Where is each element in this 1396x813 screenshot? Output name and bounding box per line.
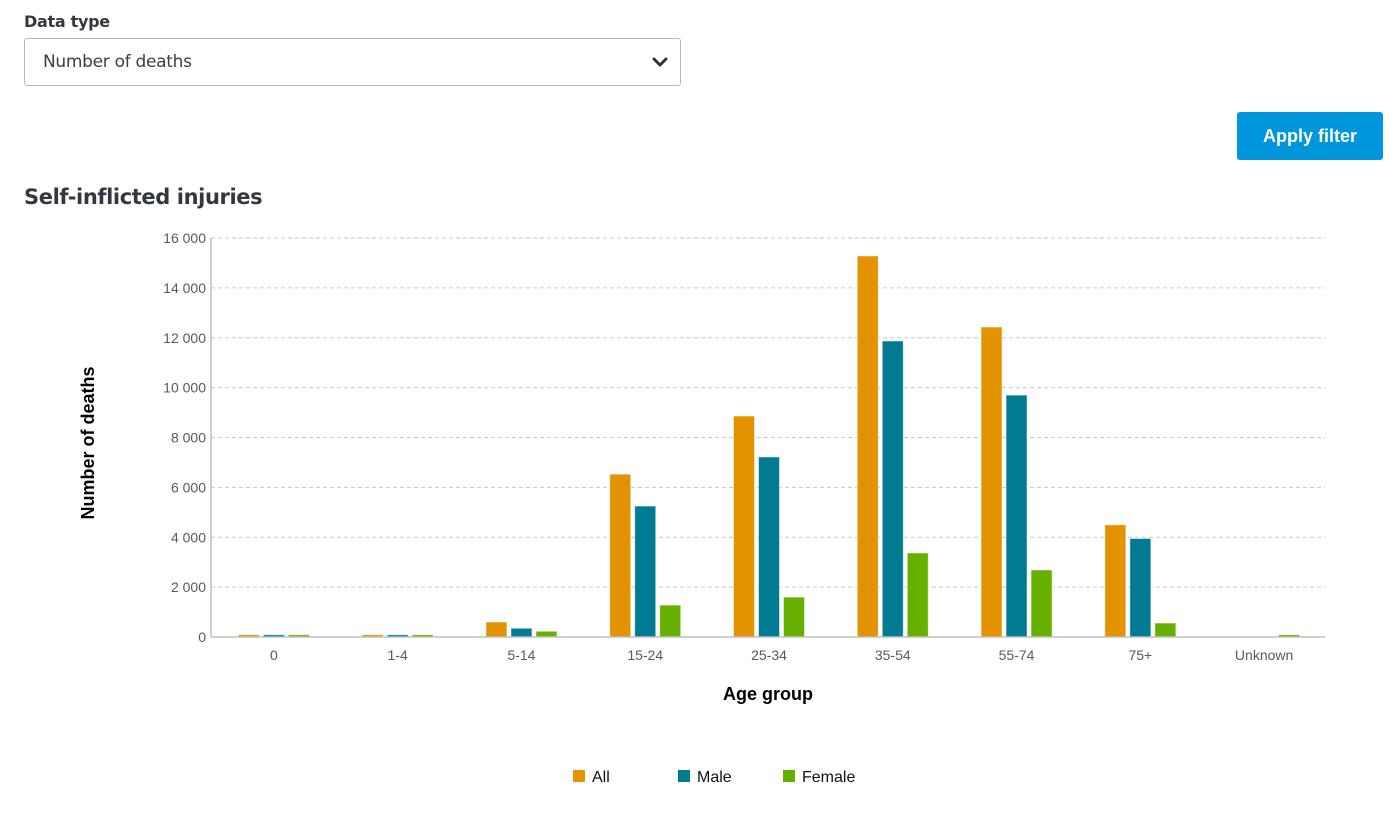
x-tick-label: 1-4 (388, 647, 408, 663)
x-tick-label: 0 (270, 647, 278, 663)
bar-all-75+[interactable] (1104, 524, 1127, 638)
x-tick-label: 55-74 (999, 647, 1035, 663)
legend-item-female[interactable]: Female (783, 769, 855, 786)
bar-male-75+[interactable] (1129, 537, 1152, 638)
x-tick-label: Unknown (1235, 647, 1293, 663)
x-tick-label: 75+ (1128, 647, 1152, 663)
bar-all-25-34[interactable] (733, 415, 755, 638)
y-tick-label: 0 (198, 629, 206, 645)
bar-chart: 0 2 000 4 000 6 000 8 000 10 000 12 000 14 000 1… (78, 230, 1325, 786)
bar-female-5-14[interactable] (535, 630, 558, 638)
legend-item-male[interactable]: Male (678, 769, 732, 786)
y-tick-label: 16 000 (163, 230, 206, 246)
legend-label: Male (697, 769, 732, 786)
legend-label: All (592, 769, 610, 786)
bar-all-5-14[interactable] (485, 621, 508, 638)
legend-swatch (573, 770, 585, 782)
y-tick-label: 4 000 (171, 529, 206, 545)
bar-all-15-24[interactable] (609, 473, 632, 638)
bar-all-55-74[interactable] (980, 326, 1003, 638)
bar-female-25-34[interactable] (783, 596, 805, 638)
x-axis-title: Age group (723, 684, 813, 704)
bar-female-35-54[interactable] (906, 552, 929, 638)
bar-female-15-24[interactable] (659, 604, 682, 638)
x-tick-label: 15-24 (627, 647, 663, 663)
bar-all-35-54[interactable] (856, 255, 879, 638)
x-tick-label: 25-34 (751, 647, 787, 663)
y-tick-label: 14 000 (163, 280, 206, 296)
legend-swatch (678, 770, 690, 782)
legend-item-all[interactable]: All (573, 769, 610, 786)
bar-male-35-54[interactable] (881, 340, 904, 638)
y-tick-label: 12 000 (163, 330, 206, 346)
bar-male-55-74[interactable] (1005, 394, 1028, 638)
bar-female-55-74[interactable] (1030, 569, 1053, 638)
y-tick-label: 2 000 (171, 579, 206, 595)
bar-male-15-24[interactable] (634, 505, 657, 638)
x-tick-label: 35-54 (875, 647, 911, 663)
y-tick-label: 8 000 (171, 430, 206, 446)
y-tick-label: 6 000 (171, 479, 206, 495)
bar-male-25-34[interactable] (758, 456, 780, 638)
x-tick-label: 5-14 (507, 647, 535, 663)
chart-legend: All Male Female (573, 769, 855, 786)
bar-female-75+[interactable] (1154, 622, 1177, 638)
legend-label: Female (802, 769, 855, 786)
legend-swatch (783, 770, 795, 782)
y-tick-label: 10 000 (163, 380, 206, 396)
y-axis-title: Number of deaths (78, 366, 98, 519)
bar-male-5-14[interactable] (510, 627, 533, 638)
